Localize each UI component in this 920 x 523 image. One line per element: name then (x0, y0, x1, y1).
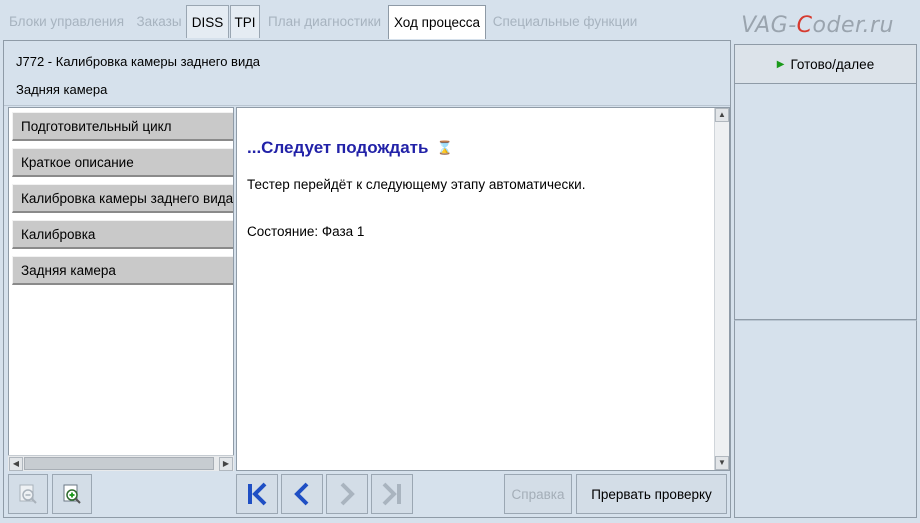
scroll-left-icon[interactable]: ◀ (9, 457, 23, 471)
step-item[interactable]: Задняя камера (12, 256, 233, 285)
step-item[interactable]: Краткое описание (12, 148, 233, 177)
right-panel: ▶ Готово/далее (734, 40, 917, 518)
step-item[interactable]: Калибровка камеры заднего вида (12, 184, 233, 213)
ready-next-label: Готово/далее (790, 56, 875, 72)
help-button[interactable]: Справка (504, 474, 572, 514)
watermark-logo: VAG-Coder.ru (741, 13, 894, 38)
step-item[interactable]: Подготовительный цикл (12, 112, 233, 141)
tab-orders[interactable]: Заказы (132, 5, 186, 38)
tab-diss[interactable]: DISS (186, 5, 229, 38)
zoom-in-icon (63, 484, 81, 504)
right-panel-upper (734, 84, 917, 320)
steps-panel: Подготовительный цикл Краткое описание К… (8, 107, 234, 471)
skip-to-first-icon (248, 482, 267, 506)
tab-special-functions[interactable]: Специальные функции (488, 5, 642, 38)
last-step-button[interactable] (371, 474, 413, 514)
scroll-down-icon[interactable]: ▼ (715, 456, 729, 470)
info-message: Тестер перейдёт к следующему этапу автом… (247, 177, 586, 192)
tab-bar: Блоки управления Заказы DISS TPI План ди… (0, 0, 920, 39)
first-step-button[interactable] (236, 474, 278, 514)
chevron-right-icon (340, 482, 355, 506)
right-panel-lower (734, 320, 917, 518)
content-panel: ...Следует подождать ⌛ Тестер перейдёт к… (236, 107, 730, 471)
steps-horizontal-scrollbar[interactable]: ◀ ▶ (8, 455, 234, 471)
play-icon: ▶ (776, 58, 785, 70)
back-button[interactable] (281, 474, 323, 514)
content-vertical-scrollbar[interactable]: ▲ ▼ (714, 108, 729, 470)
wait-heading-text: ...Следует подождать (247, 138, 429, 157)
header-divider (4, 105, 730, 106)
forward-button[interactable] (326, 474, 368, 514)
hourglass-icon: ⌛ (436, 140, 453, 155)
abort-test-button[interactable]: Прервать проверку (576, 474, 727, 514)
tab-process[interactable]: Ход процесса (388, 5, 486, 39)
chevron-left-icon (294, 482, 309, 506)
scroll-thumb[interactable] (24, 457, 214, 470)
tab-control-units[interactable]: Блоки управления (3, 5, 130, 38)
wait-heading: ...Следует подождать ⌛ (247, 138, 453, 158)
zoom-out-icon (19, 484, 37, 504)
tab-diagnostic-plan[interactable]: План диагностики (262, 5, 387, 38)
step-item[interactable]: Калибровка (12, 220, 233, 249)
page-subtitle: Задняя камера (16, 82, 108, 97)
skip-to-last-icon (382, 482, 401, 506)
tab-tpi[interactable]: TPI (230, 5, 260, 38)
status-text: Состояние: Фаза 1 (247, 224, 365, 239)
zoom-out-button[interactable] (8, 474, 48, 514)
scroll-up-icon[interactable]: ▲ (715, 108, 729, 122)
main-frame: J772 - Калибровка камеры заднего вида За… (3, 40, 731, 518)
scroll-right-icon[interactable]: ▶ (219, 457, 233, 471)
page-title: J772 - Калибровка камеры заднего вида (16, 54, 261, 69)
zoom-in-button[interactable] (52, 474, 92, 514)
ready-next-button[interactable]: ▶ Готово/далее (734, 44, 917, 84)
